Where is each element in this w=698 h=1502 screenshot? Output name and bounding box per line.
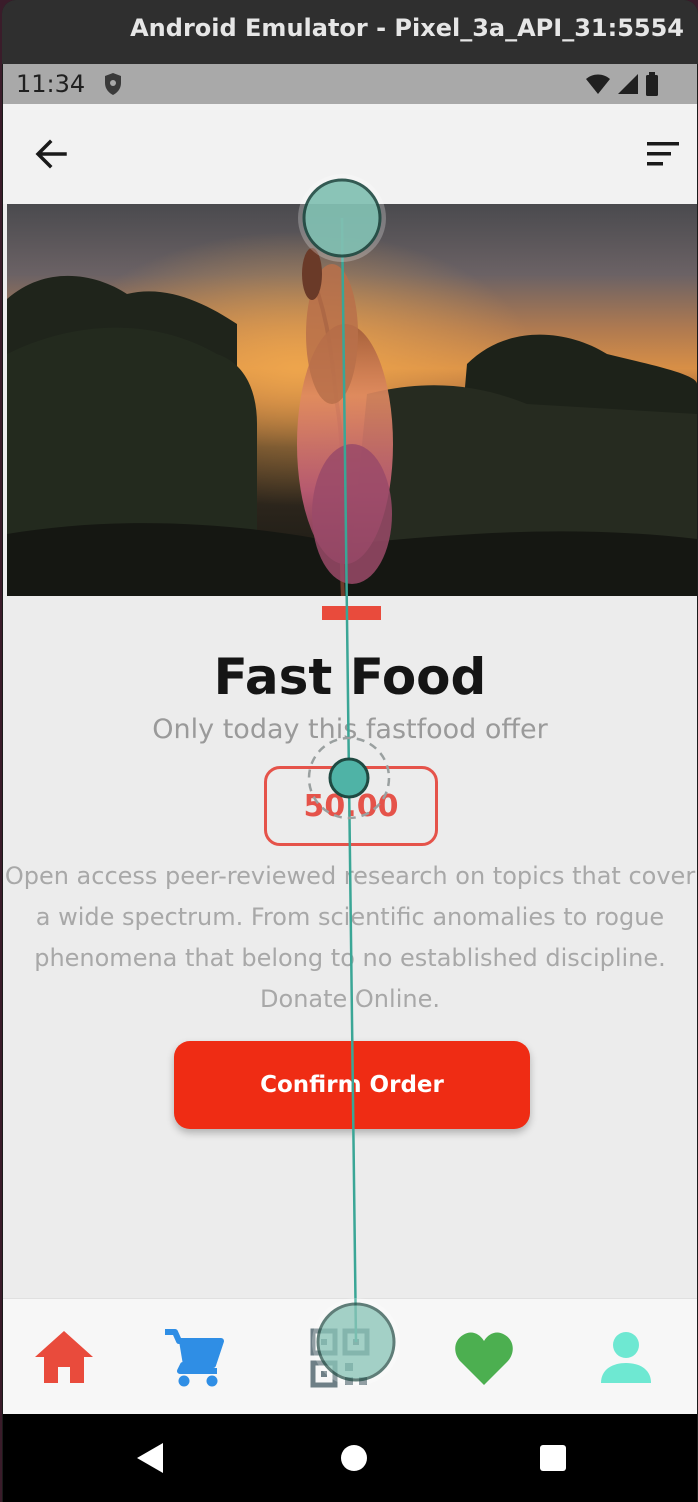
product-image (7, 204, 697, 596)
status-icons (585, 72, 659, 96)
bottom-nav (3, 1298, 697, 1415)
price-badge: 50.00 (264, 766, 438, 846)
signal-icon (618, 74, 638, 94)
accent-bar (322, 606, 381, 620)
battery-icon (646, 72, 658, 96)
recents-square-icon[interactable] (535, 1440, 571, 1476)
sort-icon[interactable] (643, 136, 683, 172)
home-icon[interactable] (33, 1327, 95, 1389)
back-triangle-icon[interactable] (133, 1440, 169, 1476)
status-time: 11:34 (16, 70, 86, 98)
qr-code-icon[interactable] (309, 1327, 371, 1389)
product-title: Fast Food (213, 648, 487, 706)
confirm-order-button[interactable]: Confirm Order (174, 1041, 530, 1129)
home-circle-icon[interactable] (336, 1440, 372, 1476)
app-bar (3, 104, 697, 204)
wifi-icon (586, 74, 610, 94)
emulator-window: Android Emulator - Pixel_3a_API_31:5554 … (2, 0, 698, 1502)
cart-icon[interactable] (163, 1327, 225, 1389)
window-title: Android Emulator - Pixel_3a_API_31:5554 (130, 14, 684, 42)
person-icon[interactable] (595, 1327, 657, 1389)
product-subtitle: Only today this fastfood offer (152, 714, 548, 745)
heart-icon[interactable] (453, 1327, 515, 1389)
arrow-left-icon[interactable] (31, 134, 71, 174)
product-description: Open access peer-reviewed research on to… (4, 862, 696, 1013)
shield-icon (105, 73, 121, 95)
product-price: 50.00 (303, 788, 399, 824)
status-bar: 11:34 (3, 64, 697, 104)
device-screen: 11:34 Fast Food Only today this fastfood… (3, 64, 697, 1502)
window-titlebar: Android Emulator - Pixel_3a_API_31:5554 (2, 0, 698, 64)
android-nav-bar (3, 1414, 697, 1502)
